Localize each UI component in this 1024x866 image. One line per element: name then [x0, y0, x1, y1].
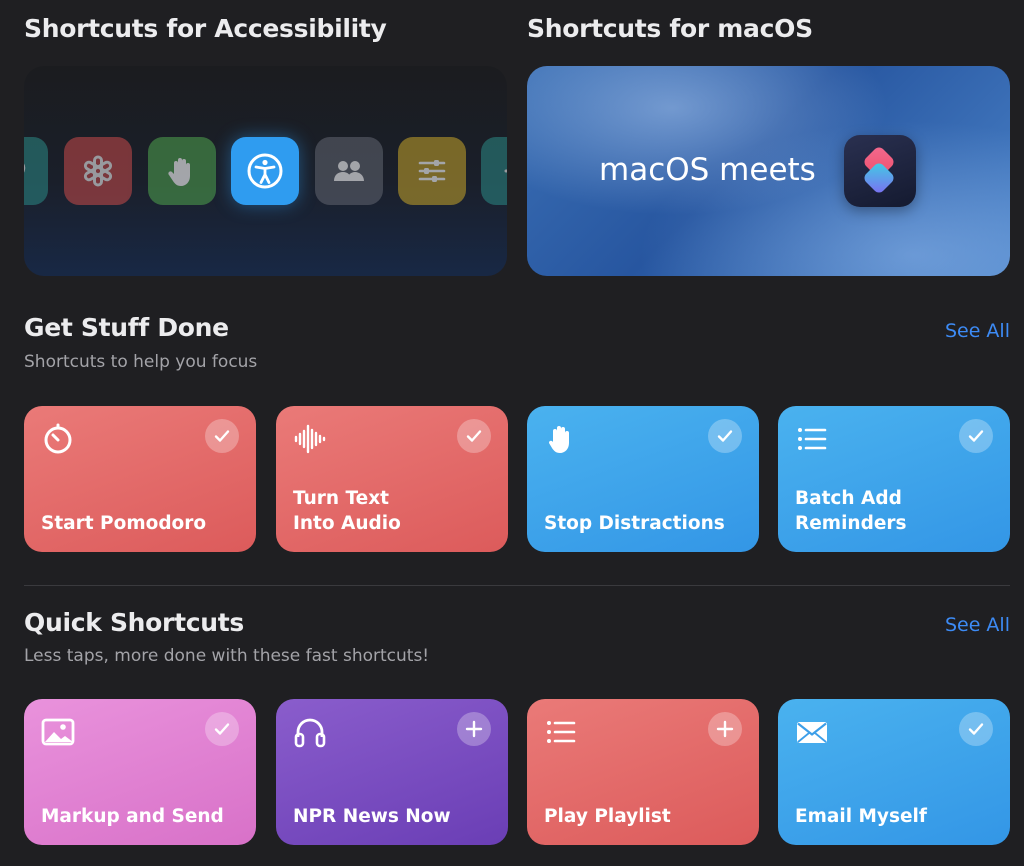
- section-divider: [24, 585, 1010, 586]
- shortcut-card-label: Markup and Send: [41, 806, 224, 827]
- checkmark-icon: [466, 430, 482, 442]
- quick-shortcuts-title: Quick Shortcuts: [24, 608, 244, 637]
- checkmark-icon: [214, 430, 230, 442]
- timer-icon: [44, 423, 72, 454]
- shortcut-card-batch-add-reminders[interactable]: Batch Add Reminders: [778, 406, 1010, 552]
- get-stuff-done-title: Get Stuff Done: [24, 313, 229, 342]
- add-shortcut-button[interactable]: [708, 712, 742, 746]
- added-checkmark-button[interactable]: [959, 712, 993, 746]
- quick-shortcuts-subtitle: Less taps, more done with these fast sho…: [24, 646, 430, 666]
- added-checkmark-button[interactable]: [457, 419, 491, 453]
- hand-icon: [148, 137, 216, 205]
- checkmark-icon: [968, 430, 984, 442]
- shortcut-card-label: Start Pomodoro: [41, 513, 207, 534]
- list-icon: [798, 428, 827, 450]
- shortcut-card-label: Batch Add Reminders: [795, 488, 907, 534]
- shortcut-card-play-playlist[interactable]: Play Playlist: [527, 699, 759, 845]
- added-checkmark-button[interactable]: [959, 419, 993, 453]
- plus-icon: [716, 720, 734, 738]
- accessibility-icon: [231, 137, 299, 205]
- list-icon: [547, 721, 576, 743]
- hearing-icon: [24, 137, 48, 205]
- shortcut-card-email-myself[interactable]: Email Myself: [778, 699, 1010, 845]
- shortcut-card-stop-distractions[interactable]: Stop Distractions: [527, 406, 759, 552]
- checkmark-icon: [214, 723, 230, 735]
- photo-icon: [41, 718, 75, 746]
- accessibility-section-title: Shortcuts for Accessibility: [24, 14, 387, 43]
- shortcut-card-label: Play Playlist: [544, 806, 671, 827]
- waveform-icon: [294, 424, 326, 454]
- macos-banner[interactable]: macOS meets: [527, 66, 1010, 276]
- shortcut-card-label: Turn Text Into Audio: [293, 488, 401, 534]
- envelope-icon: [797, 722, 827, 743]
- people-icon: [315, 137, 383, 205]
- hand-icon: [548, 426, 569, 453]
- checkmark-icon: [717, 430, 733, 442]
- add-shortcut-button[interactable]: [457, 712, 491, 746]
- shortcut-card-npr-news-now[interactable]: NPR News Now: [276, 699, 508, 845]
- shortcut-card-turn-text-into-audio[interactable]: Turn Text Into Audio: [276, 406, 508, 552]
- sliders-icon: [398, 137, 466, 205]
- shortcut-card-start-pomodoro[interactable]: Start Pomodoro: [24, 406, 256, 552]
- shortcuts-app-icon: [844, 135, 916, 207]
- plus-icon: [465, 720, 483, 738]
- accessibility-banner[interactable]: [24, 66, 507, 276]
- macos-banner-text: macOS meets: [599, 152, 816, 188]
- see-all-link[interactable]: See All: [945, 320, 1010, 342]
- added-checkmark-button[interactable]: [205, 419, 239, 453]
- medical-star-icon: [64, 137, 132, 205]
- checkmark-icon: [968, 723, 984, 735]
- macos-section-title: Shortcuts for macOS: [527, 14, 813, 43]
- shortcut-card-label: NPR News Now: [293, 806, 451, 827]
- shortcut-card-markup-and-send[interactable]: Markup and Send: [24, 699, 256, 845]
- shortcut-card-label: Email Myself: [795, 806, 927, 827]
- headphones-icon: [294, 718, 326, 748]
- plus-icon: [481, 137, 507, 205]
- see-all-link[interactable]: See All: [945, 614, 1010, 636]
- shortcut-card-label: Stop Distractions: [544, 513, 725, 534]
- added-checkmark-button[interactable]: [205, 712, 239, 746]
- get-stuff-done-subtitle: Shortcuts to help you focus: [24, 352, 258, 372]
- added-checkmark-button[interactable]: [708, 419, 742, 453]
